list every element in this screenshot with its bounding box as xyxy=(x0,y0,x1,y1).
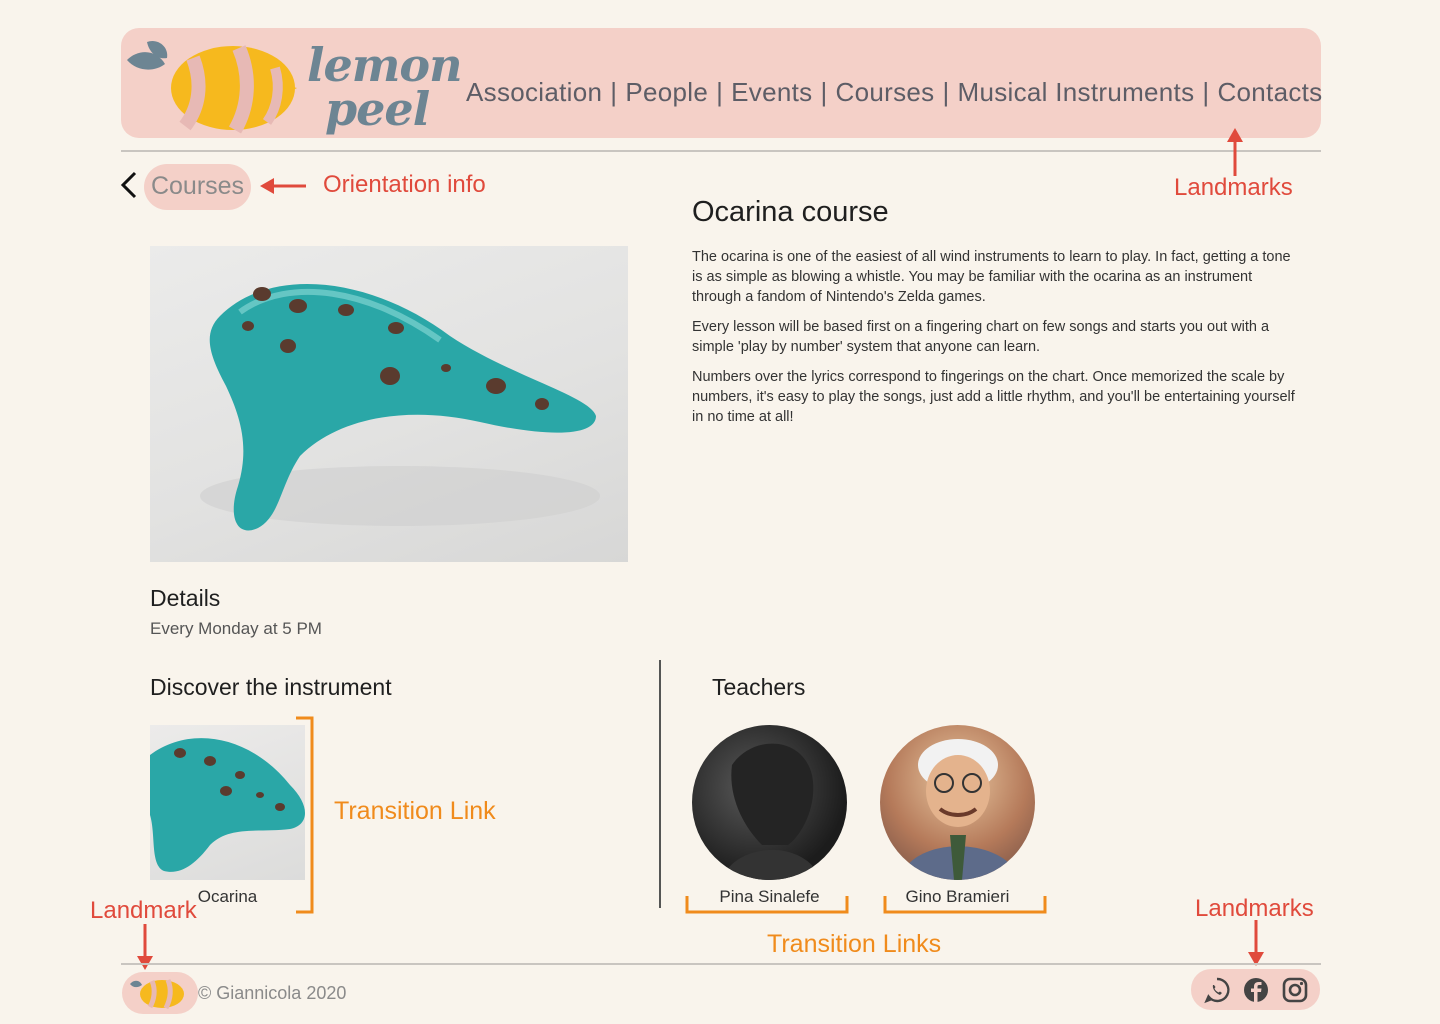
annotation-arrow-up-icon xyxy=(1227,128,1243,176)
nav-separator: | xyxy=(942,76,950,107)
annotation-bracket-icon xyxy=(883,896,1047,914)
annotation-arrow-left-icon xyxy=(260,178,306,194)
annotation-arrow-down-icon xyxy=(1248,920,1264,966)
nav-separator: | xyxy=(820,76,828,107)
instagram-icon[interactable] xyxy=(1281,976,1309,1004)
ocarina-thumbnail-icon xyxy=(150,738,305,872)
main-navigation: Association | People | Events | Courses … xyxy=(466,72,1322,112)
ocarina-illustration-icon xyxy=(200,283,600,531)
annotation-orientation-info: Orientation info xyxy=(323,171,486,198)
annotation-transition-links: Transition Links xyxy=(767,930,942,958)
details-heading: Details xyxy=(150,585,221,611)
annotation-bracket-icon xyxy=(296,716,314,914)
whatsapp-icon[interactable] xyxy=(1203,976,1231,1004)
social-links xyxy=(1191,969,1320,1010)
nav-separator: | xyxy=(716,76,724,107)
annotation-landmark-footer: Landmark xyxy=(90,897,197,924)
facebook-icon[interactable] xyxy=(1242,976,1270,1004)
section-divider xyxy=(659,660,661,908)
nav-contacts[interactable]: Contacts xyxy=(1217,77,1322,108)
course-description: The ocarina is one of the easiest of all… xyxy=(692,247,1302,437)
person-portrait-icon xyxy=(900,739,1020,880)
course-paragraph: Numbers over the lyrics correspond to fi… xyxy=(692,369,1295,425)
lemon-logo-small-icon xyxy=(130,979,184,1010)
annotation-bracket-icon xyxy=(685,896,849,914)
nav-musical-instruments[interactable]: Musical Instruments xyxy=(958,77,1195,108)
annotation-landmarks-top: Landmarks xyxy=(1174,174,1293,201)
ocarina-photo xyxy=(150,246,628,562)
discover-heading: Discover the instrument xyxy=(150,674,392,700)
brand-wordmark: lemon peel xyxy=(307,38,463,138)
nav-separator: | xyxy=(1202,76,1210,107)
course-title: Ocarina course xyxy=(692,196,889,228)
nav-events[interactable]: Events xyxy=(731,77,812,108)
chevron-left-icon[interactable] xyxy=(119,171,139,199)
copyright-text: © Giannicola 2020 xyxy=(198,983,347,1003)
header-divider xyxy=(121,150,1321,152)
teachers-heading: Teachers xyxy=(712,674,806,700)
footer-divider xyxy=(121,963,1321,965)
instrument-thumbnail[interactable] xyxy=(150,725,305,880)
site-header: lemon peel Association | People | Events… xyxy=(121,28,1322,138)
footer-logo[interactable] xyxy=(122,972,198,1014)
breadcrumb-courses[interactable]: Courses xyxy=(144,164,251,210)
course-paragraph: Every lesson will be based first on a fi… xyxy=(692,319,1270,355)
details-schedule: Every Monday at 5 PM xyxy=(150,619,322,638)
annotation-transition-link: Transition Link xyxy=(334,797,496,825)
nav-separator: | xyxy=(610,76,618,107)
nav-people[interactable]: People xyxy=(625,77,708,108)
nav-association[interactable]: Association xyxy=(466,77,602,108)
nav-courses[interactable]: Courses xyxy=(836,77,935,108)
teacher-avatar-2[interactable] xyxy=(880,725,1035,880)
brand-line-2: peel xyxy=(325,82,430,136)
course-paragraph: The ocarina is one of the easiest of all… xyxy=(692,249,1291,305)
teacher-avatar-1[interactable] xyxy=(692,725,847,880)
person-portrait-icon xyxy=(722,743,822,880)
